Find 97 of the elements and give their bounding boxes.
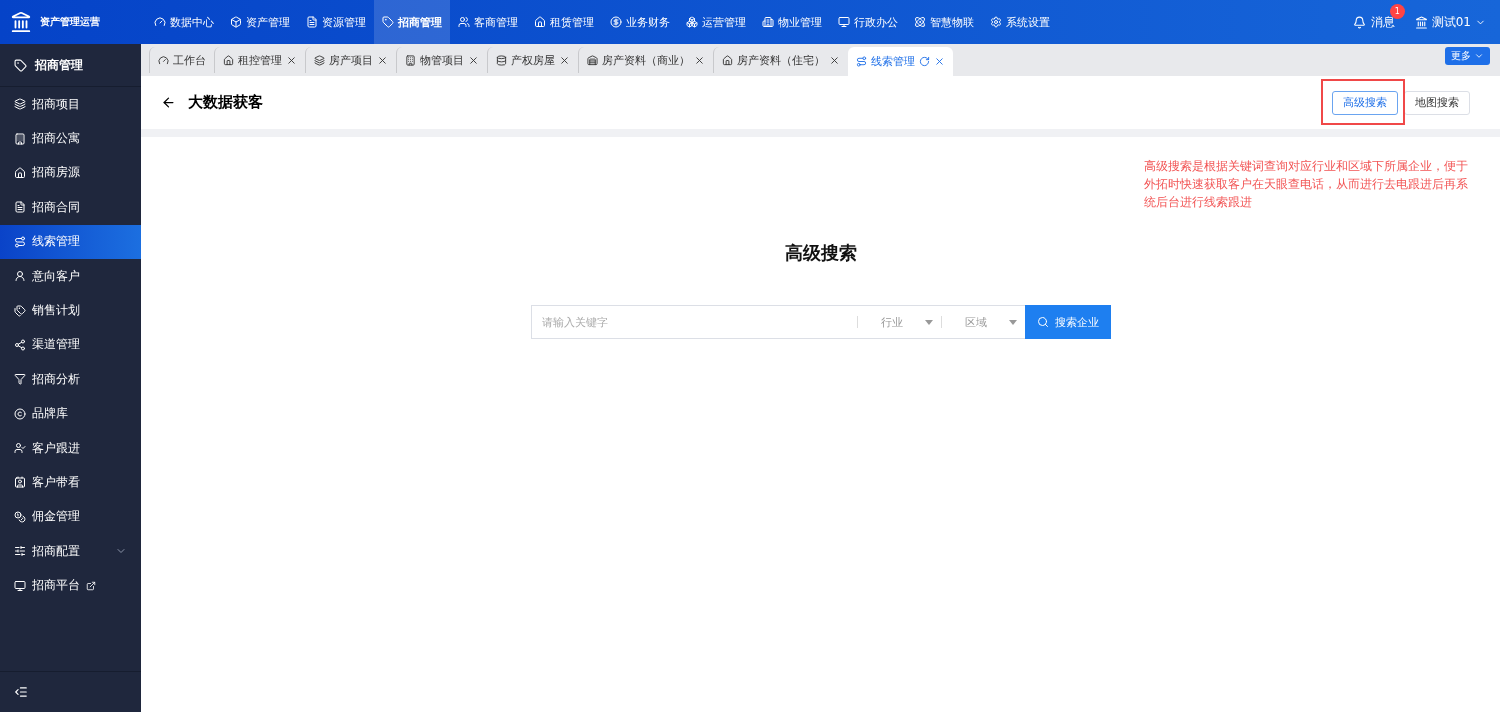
nav-item[interactable]: 运营管理	[678, 0, 754, 44]
close-icon[interactable]	[286, 54, 297, 66]
collapse-menu-icon[interactable]	[14, 685, 28, 699]
coins-icon	[14, 510, 26, 523]
page-title: 大数据获客	[188, 93, 263, 112]
layers-icon	[14, 98, 26, 111]
page-tab[interactable]: 线索管理	[848, 47, 953, 76]
sidebar-item[interactable]: 招商平台	[0, 568, 141, 603]
external-link-icon	[86, 580, 96, 591]
warehouse-icon	[587, 54, 598, 66]
nav-item[interactable]: 招商管理	[374, 0, 450, 44]
bell-icon	[1352, 15, 1366, 29]
sidebar-item[interactable]: 招商公寓	[0, 121, 141, 156]
cube-icon	[230, 16, 242, 28]
copyright-icon	[14, 407, 26, 420]
nav-item[interactable]: 物业管理	[754, 0, 830, 44]
page-tab[interactable]: 工作台	[149, 47, 214, 73]
tags-icon	[14, 304, 26, 317]
search-icon	[1036, 316, 1049, 328]
sliders-icon	[14, 545, 26, 558]
sidebar-item[interactable]: 客户跟进	[0, 430, 141, 466]
sidebar-item[interactable]: 招商分析	[0, 362, 141, 397]
building-icon	[14, 132, 26, 145]
sidebar-item[interactable]: 品牌库	[0, 396, 141, 431]
stack-icon	[496, 54, 507, 66]
sidebar-item[interactable]: 客户带看	[0, 465, 141, 500]
house-icon	[223, 54, 234, 66]
layers-icon	[314, 54, 325, 66]
close-icon[interactable]	[934, 56, 945, 67]
building-icon	[405, 54, 416, 66]
coin-icon	[610, 16, 622, 28]
sidebar-item[interactable]: 招商合同	[0, 190, 141, 225]
gauge-icon	[154, 16, 166, 28]
sidebar-item[interactable]: 招商项目	[0, 87, 141, 122]
page-tab[interactable]: 房产资料（商业）	[578, 47, 713, 73]
share-icon	[14, 338, 26, 351]
nav-item[interactable]: 资源管理	[298, 0, 374, 44]
bank-logo-icon	[10, 11, 32, 33]
boxes-icon	[686, 16, 698, 28]
more-button[interactable]: 更多	[1445, 47, 1490, 65]
route-icon	[14, 235, 26, 248]
nav-item[interactable]: 资产管理	[222, 0, 298, 44]
person-icon	[14, 270, 26, 283]
nav-item[interactable]: 系统设置	[982, 0, 1058, 44]
close-icon[interactable]	[829, 54, 840, 66]
nav-item[interactable]: 租赁管理	[526, 0, 602, 44]
nav-item[interactable]: 智慧物联	[906, 0, 982, 44]
page-tab[interactable]: 产权房屋	[487, 47, 578, 73]
monitor-icon	[838, 16, 850, 28]
user-menu[interactable]: 测试01	[1414, 13, 1486, 31]
document-icon	[306, 16, 318, 28]
section-heading: 高级搜索	[784, 241, 857, 265]
people-icon	[458, 16, 470, 28]
annotation-text: 高级搜索是根据关键词查询对应行业和区域下所属企业，便于外拓时快速获取客户在天眼查电话，从而进行去电跟进后再系统后台进行线索跟进	[1144, 158, 1469, 211]
keyword-input[interactable]: 请输入关键字	[530, 305, 857, 339]
sidebar-item[interactable]: 渠道管理	[0, 327, 141, 363]
sidebar-item[interactable]: 招商房源	[0, 155, 141, 191]
caret-icon	[1008, 319, 1017, 325]
house-icon	[722, 54, 733, 66]
monitor-icon	[14, 579, 26, 592]
refresh-icon[interactable]	[919, 56, 930, 67]
close-icon[interactable]	[559, 54, 570, 66]
close-icon[interactable]	[377, 54, 388, 66]
page-tab[interactable]: 房产项目	[305, 47, 396, 73]
tag-icon	[14, 58, 27, 72]
house-icon	[534, 16, 546, 28]
building-icon	[762, 16, 774, 28]
chevron-down-icon	[1474, 51, 1484, 61]
search-mode-button[interactable]: 高级搜索	[1332, 90, 1398, 115]
gauge-icon	[158, 54, 169, 66]
filter-icon	[14, 373, 26, 386]
close-icon[interactable]	[694, 54, 705, 66]
sidebar-item[interactable]: 意向客户	[0, 258, 141, 294]
person-check-icon	[14, 442, 26, 455]
bank-icon	[1414, 15, 1428, 29]
tag-icon	[382, 16, 394, 28]
search-mode-button[interactable]: 地图搜索	[1404, 90, 1470, 115]
app-title: 资产管理运营	[40, 15, 100, 29]
sidebar-item[interactable]: 线索管理	[0, 224, 141, 259]
nav-item[interactable]: 客商管理	[450, 0, 526, 44]
nav-item[interactable]: 业务财务	[602, 0, 678, 44]
sidebar-item[interactable]: 销售计划	[0, 293, 141, 328]
house-icon	[14, 166, 26, 179]
sidebar-item[interactable]: 招商配置	[0, 534, 141, 569]
nav-item[interactable]: 行政办公	[830, 0, 906, 44]
atom-icon	[914, 16, 926, 28]
document-icon	[14, 201, 26, 214]
nav-item[interactable]: 数据中心	[146, 0, 222, 44]
caret-icon	[924, 319, 933, 325]
page-tab[interactable]: 租控管理	[214, 47, 305, 73]
route-icon	[856, 56, 867, 67]
sidebar-item[interactable]: 佣金管理	[0, 499, 141, 535]
settings-icon	[990, 16, 1002, 28]
contact-icon	[14, 476, 26, 489]
search-button[interactable]: 搜索企业	[1024, 305, 1111, 339]
close-icon[interactable]	[468, 54, 479, 66]
page-tab[interactable]: 物管项目	[396, 47, 487, 73]
